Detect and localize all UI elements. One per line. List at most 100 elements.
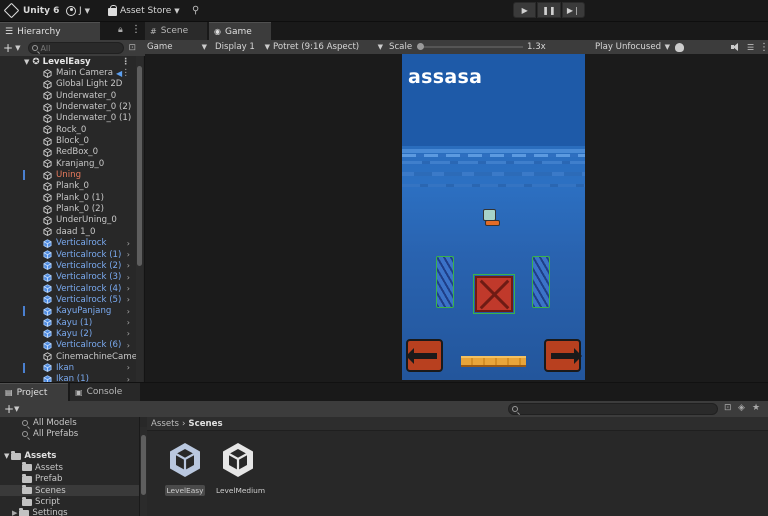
scrollbar-thumb[interactable] — [137, 66, 142, 266]
scrollbar-thumb[interactable] — [141, 435, 146, 495]
hierarchy-item[interactable]: Block_0 — [0, 135, 136, 146]
chevron-right-icon[interactable]: › — [127, 318, 130, 327]
more-options-icon[interactable]: ⋮ — [121, 68, 130, 78]
chevron-right-icon[interactable]: › — [127, 250, 130, 259]
mute-button[interactable] — [731, 40, 741, 54]
account-dropdown[interactable]: J ▼ — [66, 3, 90, 18]
scene-asset[interactable]: LevelMedium — [214, 441, 265, 496]
hierarchy-item[interactable]: Main Camera ◀ ⋮ — [0, 67, 136, 78]
bug-button[interactable] — [675, 40, 684, 54]
tab-hierarchy[interactable]: ☰ Hierarchy — [0, 22, 100, 40]
chevron-right-icon[interactable]: › — [127, 284, 130, 293]
aspect-dropdown[interactable]: Potret (9:16 Aspect) ▼ — [273, 40, 383, 54]
chevron-right-icon[interactable]: › — [127, 273, 130, 282]
hierarchy-item[interactable]: KayuPanjang › — [0, 306, 136, 317]
breadcrumb-assets[interactable]: Assets — [151, 419, 179, 429]
expand-arrow-icon[interactable]: ▼ — [4, 452, 9, 460]
hierarchy-item[interactable]: Verticalrock (3) › — [0, 272, 136, 283]
add-object-button[interactable]: + — [3, 41, 13, 55]
hierarchy-item[interactable]: Verticalrock (2) › — [0, 260, 136, 271]
play-mode-dropdown[interactable]: Play Unfocused ▼ — [595, 40, 670, 54]
hierarchy-item[interactable]: Kranjang_0 — [0, 158, 136, 169]
tab-scene[interactable]: # Scene — [145, 22, 207, 40]
hierarchy-item[interactable]: Verticalrock (4) › — [0, 283, 136, 294]
chevron-right-icon[interactable]: › — [127, 341, 130, 350]
filter-label-icon[interactable]: ◈ — [738, 403, 745, 413]
hierarchy-item[interactable]: Global Light 2D — [0, 79, 136, 90]
chevron-right-icon[interactable]: › — [127, 363, 130, 372]
hierarchy-item[interactable]: UnderUning_0 — [0, 215, 136, 226]
game-mode-dropdown[interactable]: Game ▼ — [147, 40, 211, 54]
hierarchy-item[interactable]: Plank_0 — [0, 181, 136, 192]
unity-menu[interactable]: Unity 6 — [3, 2, 59, 19]
scale-slider-track[interactable] — [419, 46, 523, 48]
scene-root-item[interactable]: ▼ ✪ LevelEasy ⋮ — [0, 56, 136, 67]
hierarchy-item[interactable]: Underwater_0 (1) — [0, 113, 136, 124]
chevron-down-icon[interactable]: ▼ — [15, 44, 20, 52]
hierarchy-item[interactable]: RedBox_0 — [0, 147, 136, 158]
move-right-button[interactable] — [544, 339, 582, 372]
step-button[interactable]: ▶❘ — [561, 2, 585, 18]
display-dropdown[interactable]: Display 1 ▼ — [215, 40, 270, 54]
asset-store-dropdown[interactable]: Asset Store ▼ — [108, 3, 180, 18]
hierarchy-item[interactable]: Kayu (1) › — [0, 317, 136, 328]
hierarchy-item[interactable]: daad 1_0 — [0, 226, 136, 237]
hierarchy-item[interactable]: Kayu (2) › — [0, 328, 136, 339]
project-tree-item[interactable]: ▶ Settings — [0, 507, 139, 516]
scale-slider-handle[interactable] — [417, 43, 424, 50]
project-tree-item[interactable]: All Prefabs — [0, 428, 139, 439]
hierarchy-item[interactable]: Ikan (1) › — [0, 374, 136, 382]
hierarchy-item[interactable]: Plank_0 (1) — [0, 192, 136, 203]
pause-button[interactable]: ❚❚ — [537, 2, 561, 18]
hierarchy-search-input[interactable]: All — [28, 42, 125, 54]
chevron-right-icon[interactable]: › — [127, 375, 130, 382]
chevron-down-icon[interactable]: ▼ — [14, 405, 19, 413]
hierarchy-item[interactable]: Verticalrock (5) › — [0, 294, 136, 305]
breadcrumb-scenes[interactable]: Scenes — [188, 419, 222, 429]
scene-options-icon[interactable]: ⋮ — [121, 57, 130, 67]
create-asset-button[interactable]: + — [4, 402, 14, 416]
project-tree-item[interactable]: ▼ Assets — [0, 450, 139, 462]
project-tree-item[interactable]: Script — [0, 496, 139, 507]
expand-arrow-icon[interactable]: ▶ — [12, 509, 17, 516]
chevron-right-icon[interactable]: › — [127, 295, 130, 304]
hierarchy-item[interactable]: Rock_0 — [0, 124, 136, 135]
game-canvas[interactable]: assasa — [402, 54, 585, 380]
move-left-button[interactable] — [405, 339, 443, 372]
hierarchy-item[interactable]: Underwater_0 — [0, 90, 136, 101]
filter-type-icon[interactable]: ⊡ — [724, 403, 732, 413]
tab-project[interactable]: ▤ Project — [0, 383, 68, 401]
project-search-input[interactable] — [508, 403, 718, 415]
hierarchy-scrollbar[interactable] — [136, 56, 143, 382]
hierarchy-item[interactable]: CinemachineCamer — [0, 351, 136, 362]
version-control-icon[interactable]: ⚲ — [192, 3, 199, 18]
chevron-right-icon[interactable]: › — [127, 261, 130, 270]
chevron-right-icon[interactable]: › — [127, 329, 130, 338]
more-options-button[interactable]: ⋮ — [759, 40, 768, 54]
play-button[interactable]: ▶ — [513, 2, 537, 18]
chevron-right-icon[interactable]: › — [127, 307, 130, 316]
hierarchy-item[interactable]: Verticalrock (1) › — [0, 249, 136, 260]
hierarchy-item[interactable]: Underwater_0 (2) — [0, 101, 136, 112]
chevron-right-icon[interactable]: › — [127, 239, 130, 248]
hierarchy-item[interactable]: Ikan › — [0, 362, 136, 373]
project-tree-item[interactable]: Scenes — [0, 484, 139, 497]
project-tree-item[interactable]: Prefab — [0, 473, 139, 485]
project-tree-item[interactable]: Assets — [0, 462, 139, 473]
expand-arrow-icon[interactable]: ▼ — [24, 58, 29, 66]
project-toolbar: + ▼ ⊡ ◈ ★ — [0, 401, 768, 417]
tab-console[interactable]: ▣ Console — [70, 383, 140, 401]
more-options-icon[interactable]: ⋮ — [131, 24, 141, 35]
lock-icon[interactable]: 🔒︎ — [118, 25, 123, 35]
project-tree-item[interactable]: All Models — [0, 417, 139, 428]
search-filter-icon[interactable]: ⊡ — [128, 43, 136, 53]
hierarchy-item[interactable]: Uning — [0, 169, 136, 181]
hierarchy-item[interactable]: Plank_0 (2) — [0, 203, 136, 214]
stats-button[interactable]: ☰ — [747, 40, 754, 54]
hierarchy-item[interactable]: Verticalrock (6) › — [0, 340, 136, 351]
scene-asset[interactable]: LevelEasy — [161, 441, 209, 496]
favorite-icon[interactable]: ★ — [752, 403, 760, 413]
project-tree-scrollbar[interactable] — [140, 427, 147, 516]
tab-game[interactable]: ◉ Game — [209, 22, 271, 40]
hierarchy-item[interactable]: Verticalrock › — [0, 238, 136, 249]
